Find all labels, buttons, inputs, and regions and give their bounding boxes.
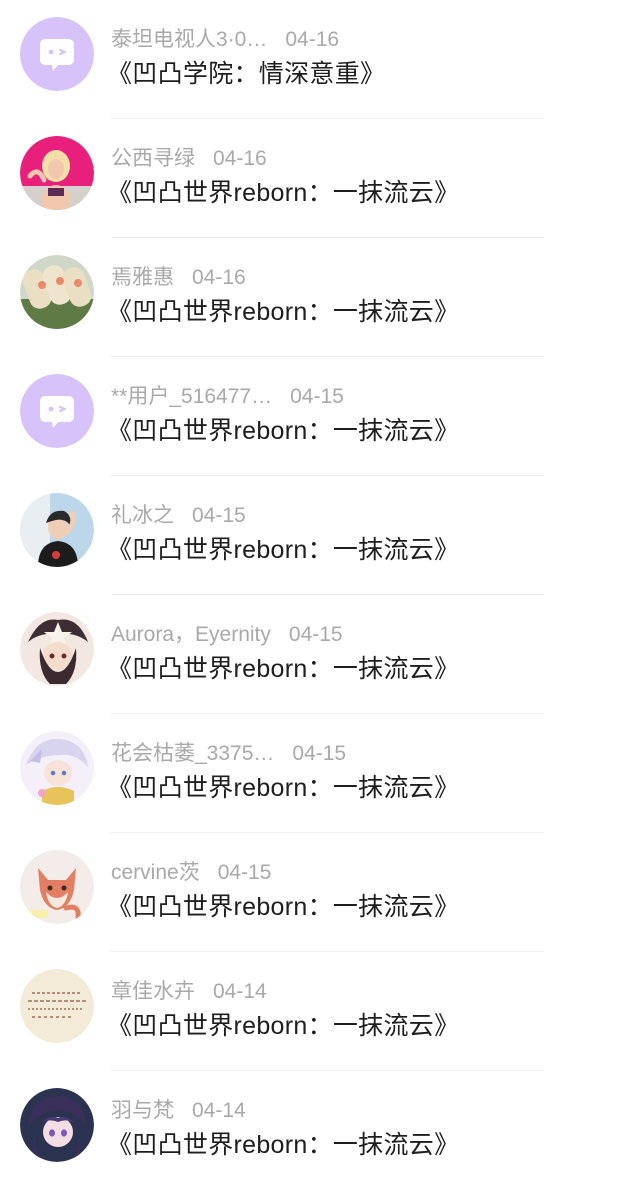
comment-item[interactable]: 章佳水卉 04-14 《凹凸世界reborn：一抹流云》 (0, 952, 640, 1071)
username[interactable]: 焉雅惠 (111, 263, 174, 293)
comment-item[interactable]: 羽与梵 04-14 《凹凸世界reborn：一抹流云》 (0, 1071, 640, 1190)
comment-meta: 礼冰之 04-15 (111, 501, 246, 531)
comment-date: 04-16 (285, 28, 340, 51)
story-title[interactable]: 《凹凸世界reborn：一抹流云》 (107, 1127, 459, 1163)
comment-meta: 焉雅惠 04-16 (111, 263, 246, 293)
default-chat-avatar-icon[interactable] (20, 374, 94, 448)
user-photo-avatar[interactable] (20, 493, 94, 567)
comment-date: 04-15 (288, 623, 343, 646)
username[interactable]: 公西寻绿 (111, 144, 195, 174)
cartoon-fox-avatar[interactable] (20, 850, 94, 924)
story-title[interactable]: 《凹凸学院：情深意重》 (107, 56, 385, 92)
comment-date: 04-14 (192, 1099, 246, 1122)
username[interactable]: 花会枯萎_3375… (111, 739, 274, 769)
username[interactable]: 礼冰之 (111, 501, 174, 531)
story-title[interactable]: 《凹凸世界reborn：一抹流云》 (107, 651, 459, 687)
comment-item[interactable]: 花会枯萎_3375… 04-15 《凹凸世界reborn：一抹流云》 (0, 714, 640, 833)
handwritten-note-avatar[interactable] (20, 969, 94, 1043)
story-title[interactable]: 《凹凸世界reborn：一抹流云》 (107, 889, 459, 925)
username[interactable]: cervine茨 (111, 858, 200, 888)
comment-date: 04-15 (192, 504, 246, 527)
story-title[interactable]: 《凹凸世界reborn：一抹流云》 (107, 294, 459, 330)
comment-date: 04-16 (192, 266, 246, 289)
comment-date: 04-15 (217, 861, 272, 884)
comment-date: 04-16 (213, 147, 267, 170)
comment-item[interactable]: cervine茨 04-15 《凹凸世界reborn：一抹流云》 (0, 833, 640, 952)
comment-meta: 花会枯萎_3375… 04-15 (111, 739, 346, 769)
username[interactable]: Aurora，Eyernity (111, 620, 271, 650)
anime-character-avatar[interactable] (20, 612, 94, 686)
anime-character-avatar[interactable] (20, 1088, 94, 1162)
story-title[interactable]: 《凹凸世界reborn：一抹流云》 (107, 1008, 459, 1044)
comment-meta: cervine茨 04-15 (111, 858, 271, 888)
username[interactable]: **用户_516477… (111, 382, 272, 412)
default-chat-avatar-icon[interactable] (20, 17, 94, 91)
comment-item[interactable]: 泰坦电视人3·0… 04-16 《凹凸学院：情深意重》 (0, 0, 640, 119)
comment-meta: 羽与梵 04-14 (111, 1096, 246, 1126)
comment-meta: 泰坦电视人3·0… 04-16 (111, 25, 339, 55)
comment-meta: 公西寻绿 04-16 (111, 144, 267, 174)
comment-date: 04-14 (213, 980, 267, 1003)
story-title[interactable]: 《凹凸世界reborn：一抹流云》 (107, 770, 459, 806)
story-title[interactable]: 《凹凸世界reborn：一抹流云》 (107, 413, 459, 449)
comment-date: 04-15 (290, 385, 344, 408)
comment-item[interactable]: **用户_516477… 04-15 《凹凸世界reborn：一抹流云》 (0, 357, 640, 476)
comment-meta: 章佳水卉 04-14 (111, 977, 267, 1007)
food-photo-avatar[interactable] (20, 255, 94, 329)
user-photo-avatar[interactable] (20, 136, 94, 210)
username[interactable]: 章佳水卉 (111, 977, 195, 1007)
comment-item[interactable]: Aurora，Eyernity 04-15 《凹凸世界reborn：一抹流云》 (0, 595, 640, 714)
comment-meta: Aurora，Eyernity 04-15 (111, 620, 343, 650)
comment-list: 泰坦电视人3·0… 04-16 《凹凸学院：情深意重》 公西寻绿 04-16 《凹凸… (0, 0, 640, 1190)
comment-date: 04-15 (292, 742, 347, 765)
username[interactable]: 羽与梵 (111, 1096, 174, 1126)
story-title[interactable]: 《凹凸世界reborn：一抹流云》 (107, 532, 459, 568)
story-title[interactable]: 《凹凸世界reborn：一抹流云》 (107, 175, 459, 211)
comment-item[interactable]: 礼冰之 04-15 《凹凸世界reborn：一抹流云》 (0, 476, 640, 595)
anime-character-avatar[interactable] (20, 731, 94, 805)
comment-meta: **用户_516477… 04-15 (111, 382, 344, 412)
comment-item[interactable]: 公西寻绿 04-16 《凹凸世界reborn：一抹流云》 (0, 119, 640, 238)
comment-item[interactable]: 焉雅惠 04-16 《凹凸世界reborn：一抹流云》 (0, 238, 640, 357)
username[interactable]: 泰坦电视人3·0… (111, 25, 267, 55)
